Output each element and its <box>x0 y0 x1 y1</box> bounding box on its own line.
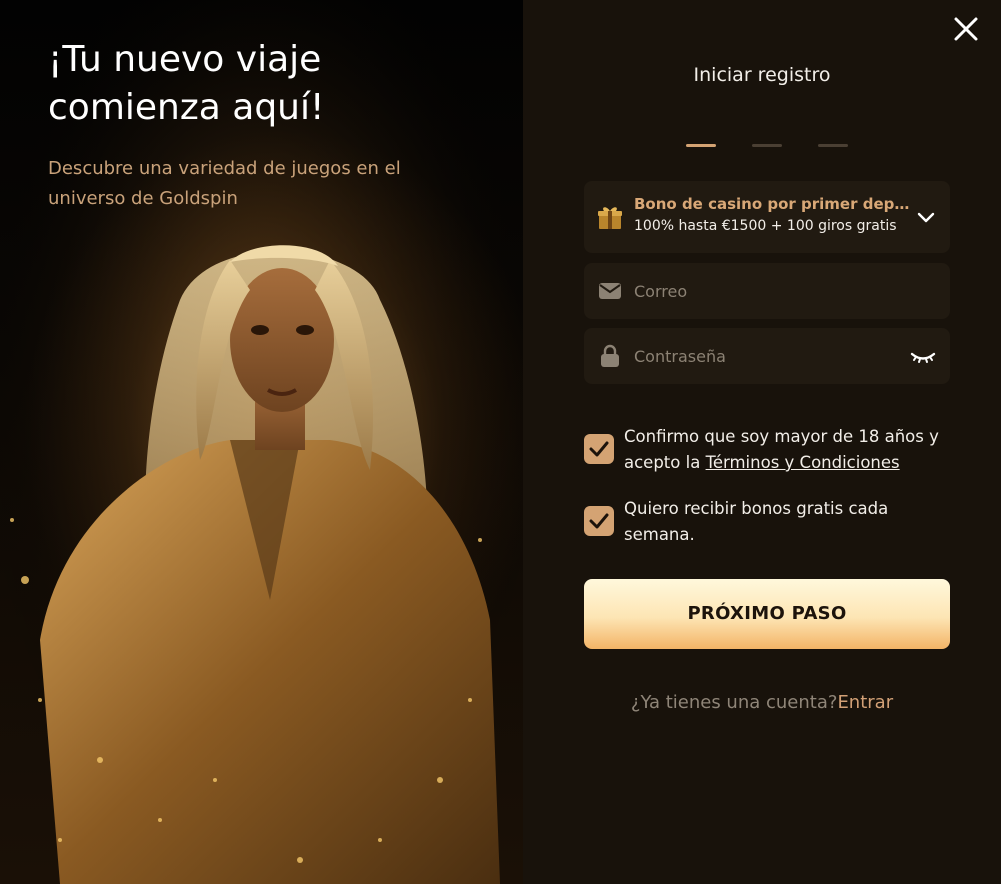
envelope-icon <box>599 283 621 299</box>
step-indicator <box>686 144 850 148</box>
age-terms-label: Confirmo que soy mayor de 18 años y acep… <box>624 424 954 476</box>
bonus-selector[interactable]: Bono de casino por primer depósito 100% … <box>584 181 950 253</box>
close-icon[interactable] <box>951 14 981 44</box>
email-field[interactable] <box>584 263 950 319</box>
login-link[interactable]: Entrar <box>837 692 893 713</box>
hero-panel: ¡Tu nuevo viaje comienza aquí! Descubre … <box>0 0 523 884</box>
check-icon <box>589 513 609 529</box>
eye-closed-icon[interactable] <box>910 344 936 368</box>
gift-icon <box>598 207 622 229</box>
bonus-description: 100% hasta €1500 + 100 giros gratis <box>634 218 897 234</box>
weekly-bonus-checkbox[interactable] <box>584 506 614 536</box>
step-3 <box>818 144 848 147</box>
lock-icon <box>601 344 619 367</box>
weekly-bonus-label: Quiero recibir bonos gratis cada semana. <box>624 499 889 544</box>
login-prompt: ¿Ya tienes una cuenta?Entrar <box>523 692 1001 713</box>
terms-link[interactable]: Términos y Condiciones <box>706 453 900 472</box>
step-1 <box>686 144 716 147</box>
hero-headline: ¡Tu nuevo viaje comienza aquí! <box>48 39 325 128</box>
chevron-down-icon[interactable] <box>916 207 936 227</box>
check-icon <box>589 441 609 457</box>
password-field[interactable] <box>584 328 950 384</box>
hero-image <box>0 0 523 884</box>
login-prompt-text: ¿Ya tienes una cuenta? <box>630 692 838 713</box>
email-input[interactable] <box>634 263 894 319</box>
form-title: Iniciar registro <box>693 64 831 86</box>
step-2 <box>752 144 782 147</box>
hero-subtitle: Descubre una variedad de juegos en el un… <box>48 158 401 209</box>
bonus-title: Bono de casino por primer depósito <box>634 195 914 213</box>
age-terms-checkbox[interactable] <box>584 434 614 464</box>
password-input[interactable] <box>634 328 894 384</box>
next-step-button[interactable]: PRÓXIMO PASO <box>584 579 950 649</box>
registration-panel: Iniciar registro Bono de casino por prim… <box>523 0 1001 884</box>
